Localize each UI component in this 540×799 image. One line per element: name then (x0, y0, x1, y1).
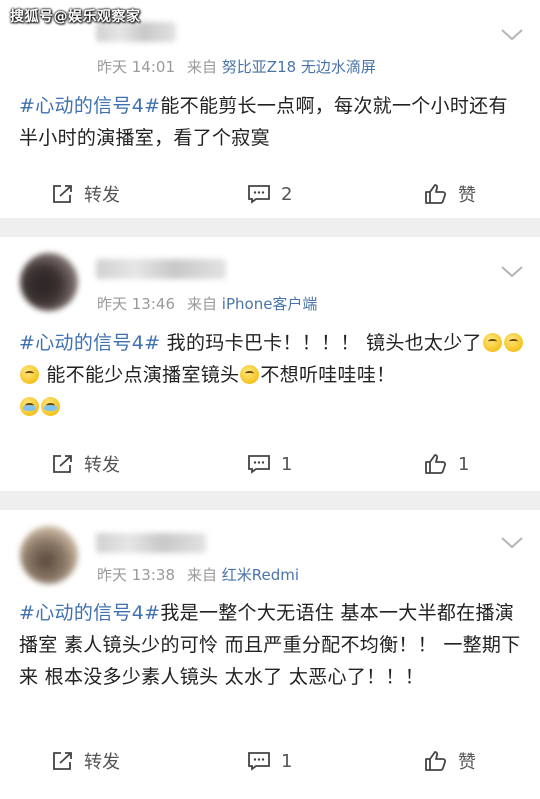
post-body: #心动的信号4# 我的玛卡巴卡！！！！ 镜头也太少了 能不能少点演播室镜头 不想听… (19, 327, 524, 423)
hashtag-link[interactable]: #心动的信号4# (19, 95, 160, 117)
share-icon (53, 752, 72, 770)
post-body: #心动的信号4#能不能剪长一点啊，每次就一个小时还有半小时的演播室，看了个寂寞 (19, 90, 524, 154)
chevron-down-icon[interactable] (500, 265, 524, 279)
share-label: 转发 (84, 185, 120, 206)
share-button[interactable]: 转发 (52, 741, 120, 781)
from-label: 来自 (187, 295, 218, 313)
post-source[interactable]: 努比亚Z18 无边水滴屏 (222, 58, 376, 76)
like-count: 1 (458, 453, 470, 475)
like-icon (425, 751, 447, 771)
share-label: 转发 (84, 455, 120, 476)
comment-icon (248, 752, 270, 771)
smile-emoji-icon (240, 365, 260, 384)
post-meta: 昨天 13:38 来自 红米Redmi (97, 564, 299, 585)
post-time: 昨天 13:38 (97, 566, 175, 584)
avatar[interactable] (20, 18, 78, 76)
comment-button[interactable]: 1 (247, 444, 292, 484)
from-label: 来自 (187, 58, 218, 76)
hashtag-link[interactable]: #心动的信号4# (19, 602, 160, 624)
avatar[interactable] (20, 526, 78, 584)
action-bar: 转发 2 赞 (0, 174, 540, 214)
cry-emoji-icon (41, 397, 60, 416)
comment-count: 1 (281, 750, 293, 772)
like-button[interactable]: 1 (424, 444, 469, 484)
post-source[interactable]: iPhone客户端 (222, 295, 318, 313)
like-label: 赞 (458, 752, 476, 773)
post-body: #心动的信号4#我是一整个大无语住 基本一大半都在播演播室 素人镜头少的可怜 而… (19, 597, 524, 693)
smile-emoji-icon (482, 333, 502, 352)
username-blurred[interactable] (96, 533, 206, 553)
post-text: 不想听哇哇哇！ (260, 364, 396, 386)
smile-emoji-icon (503, 333, 523, 352)
post-time: 昨天 14:01 (97, 58, 175, 76)
comment-button[interactable]: 2 (247, 174, 292, 214)
like-button[interactable]: 赞 (424, 174, 476, 214)
comment-count: 2 (281, 183, 293, 205)
action-bar: 转发 1 1 (0, 444, 540, 484)
username-blurred[interactable] (96, 259, 226, 279)
like-label: 赞 (458, 185, 476, 206)
smile-emoji-icon (20, 365, 39, 384)
chevron-down-icon[interactable] (500, 28, 524, 42)
post-time: 昨天 13:46 (97, 295, 175, 313)
chevron-down-icon[interactable] (500, 536, 524, 550)
post-text: 我的玛卡巴卡！！！！ 镜头也太少了 (160, 332, 482, 354)
like-icon (425, 454, 447, 474)
comment-button[interactable]: 1 (247, 741, 292, 781)
share-button[interactable]: 转发 (52, 174, 120, 214)
hashtag-link[interactable]: #心动的信号4# (19, 332, 160, 354)
from-label: 来自 (187, 566, 218, 584)
post-meta: 昨天 13:46 来自 iPhone客户端 (97, 293, 317, 314)
comment-count: 1 (281, 453, 293, 475)
post-source[interactable]: 红米Redmi (222, 566, 299, 584)
avatar[interactable] (20, 253, 78, 311)
share-label: 转发 (84, 752, 120, 773)
action-bar: 转发 1 赞 (0, 741, 540, 781)
share-icon (53, 455, 72, 473)
post-meta: 昨天 14:01 来自 努比亚Z18 无边水滴屏 (97, 56, 376, 77)
share-button[interactable]: 转发 (52, 444, 120, 484)
share-icon (53, 185, 72, 203)
like-button[interactable]: 赞 (424, 741, 476, 781)
comment-icon (248, 455, 270, 474)
post-text: 能不能少点演播室镜头 (40, 364, 240, 386)
like-icon (425, 184, 447, 204)
cry-emoji-icon (20, 397, 39, 416)
watermark: 搜狐号@娱乐观察家 (10, 9, 141, 25)
comment-icon (248, 185, 270, 204)
